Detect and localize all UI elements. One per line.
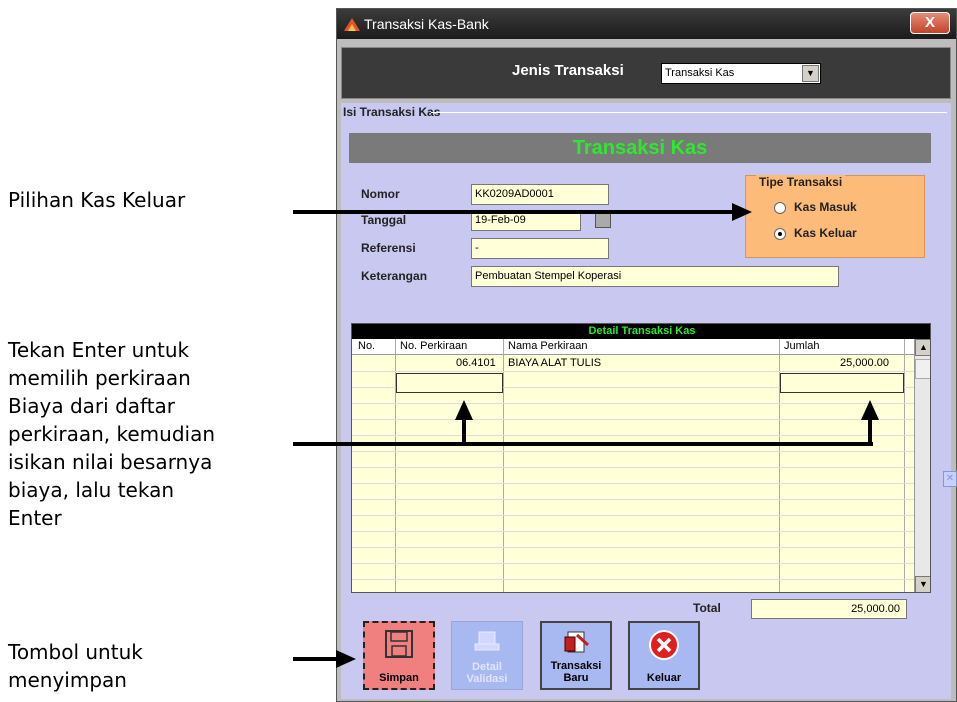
keluar-label: Keluar (646, 672, 682, 684)
annotation-line: isikan nilai besarnya (8, 450, 213, 474)
arrow-line (462, 418, 466, 444)
keluar-button[interactable]: Keluar (628, 621, 700, 690)
annotation-line: Tombol untuk (8, 640, 143, 664)
isi-transaksi-panel: Isi Transaksi Kas Transaksi Kas Nomor KK… (341, 103, 957, 699)
arrow-up-icon (861, 400, 879, 420)
kas-masuk-radio[interactable] (774, 202, 786, 214)
scroll-up-icon[interactable]: ▲ (915, 339, 930, 356)
group-divider (431, 112, 947, 113)
arrow-line (293, 657, 337, 661)
cell-nama: BIAYA ALAT TULIS (508, 357, 602, 369)
close-icon[interactable]: ✕ (943, 471, 957, 487)
app-icon (344, 18, 360, 31)
column-header[interactable]: Nama Perkiraan (508, 340, 587, 352)
arrow-line (293, 210, 733, 214)
grid-header: No. No. Perkiraan Nama Perkiraan Jumlah (352, 339, 914, 355)
nomor-label: Nomor (361, 187, 400, 201)
nomor-field[interactable]: KK0209AD0001 (471, 184, 609, 205)
group-title: Isi Transaksi Kas (343, 105, 441, 119)
annotation-line: perkiraan, kemudian (8, 422, 216, 446)
cell-perkiraan: 06.4101 (456, 357, 496, 369)
kas-keluar-label[interactable]: Kas Keluar (794, 226, 857, 240)
scroll-thumb[interactable] (915, 359, 930, 379)
app-window: Transaksi Kas-Bank X Jenis Transaksi Tra… (336, 8, 957, 702)
keterangan-field[interactable]: Pembuatan Stempel Koperasi (471, 266, 839, 287)
grid-scrollbar[interactable]: ▲ ▼ (914, 339, 930, 592)
grid-title: Detail Transaksi Kas (352, 324, 930, 339)
jenis-transaksi-bar: Jenis Transaksi Transaksi Kas ▼ (341, 47, 951, 99)
jumlah-edit-field[interactable] (780, 373, 904, 393)
close-button[interactable]: X (910, 12, 950, 34)
total-label: Total (693, 601, 721, 615)
floppy-disk-icon (385, 630, 413, 658)
annotation-enter-instruction: Tekan Enter untuk memilih perkiraan Biay… (8, 336, 288, 532)
annotation-line: menyimpan (8, 668, 127, 692)
arrow-right-icon (336, 650, 356, 668)
annotation-kas-keluar: Pilihan Kas Keluar (8, 188, 186, 212)
stamp-icon (474, 631, 500, 651)
perkiraan-edit-field[interactable] (396, 373, 503, 393)
column-header[interactable]: Jumlah (784, 340, 819, 352)
total-field: 25,000.00 (751, 599, 907, 619)
arrow-right-icon (732, 203, 752, 221)
window-title: Transaksi Kas-Bank (364, 16, 489, 32)
jenis-transaksi-label: Jenis Transaksi (512, 62, 624, 79)
annotation-line: Enter (8, 506, 62, 530)
chevron-down-icon[interactable]: ▼ (802, 65, 819, 82)
column-header[interactable]: No. (358, 340, 375, 352)
title-bar: Transaksi Kas-Bank X (337, 9, 956, 39)
kas-masuk-label[interactable]: Kas Masuk (794, 200, 857, 214)
jenis-transaksi-select[interactable]: Transaksi Kas ▼ (661, 63, 821, 84)
arrow-line (868, 418, 872, 444)
tipe-transaksi-legend: Tipe Transaksi (756, 175, 846, 189)
detail-transaksi-grid: Detail Transaksi Kas No. No. Perkiraan N… (351, 323, 931, 593)
cell-jumlah: 25,000.00 (840, 357, 889, 369)
scroll-down-icon[interactable]: ▼ (915, 576, 930, 592)
jenis-selected-value: Transaksi Kas (665, 67, 735, 79)
detail-validasi-label: Detail Validasi (466, 661, 508, 685)
new-document-icon (564, 631, 590, 653)
annotation-line: Biaya dari daftar (8, 394, 176, 418)
transaksi-baru-label: Transaksi Baru (550, 660, 602, 684)
detail-validasi-button[interactable]: Detail Validasi (451, 621, 523, 690)
page-title: Transaksi Kas (349, 133, 931, 163)
kas-keluar-radio[interactable] (774, 228, 786, 240)
annotation-tombol: Tombol untuk menyimpan (8, 638, 268, 694)
arrow-up-icon (455, 400, 473, 420)
close-icon (649, 630, 679, 660)
arrow-line (293, 442, 873, 446)
annotation-line: Tekan Enter untuk (8, 338, 190, 362)
annotation-line: biaya, lalu tekan (8, 478, 175, 502)
simpan-button[interactable]: Simpan (363, 621, 435, 690)
referensi-label: Referensi (361, 241, 416, 255)
transaksi-baru-button[interactable]: Transaksi Baru (540, 621, 612, 690)
annotation-line: memilih perkiraan (8, 366, 191, 390)
column-header[interactable]: No. Perkiraan (400, 340, 467, 352)
tipe-transaksi-group: Tipe Transaksi Kas Masuk Kas Keluar (745, 175, 925, 258)
referensi-field[interactable]: - (471, 238, 609, 259)
keterangan-label: Keterangan (361, 269, 428, 283)
simpan-label: Simpan (379, 672, 419, 684)
tanggal-label: Tanggal (361, 213, 407, 227)
